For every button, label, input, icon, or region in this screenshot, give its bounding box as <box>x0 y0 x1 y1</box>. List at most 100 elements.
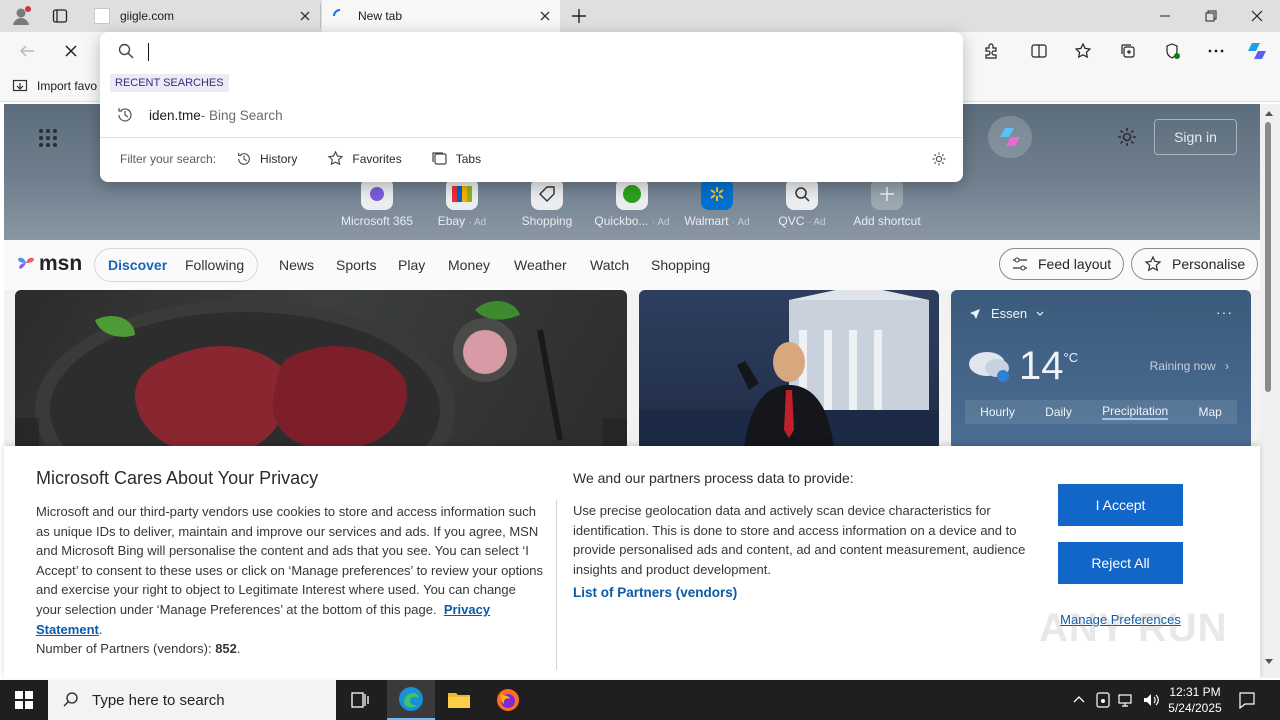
chevron-right-icon: › <box>1225 359 1229 373</box>
personalise-label: Personalise <box>1172 256 1246 272</box>
ad-badge: · Ad <box>651 217 670 228</box>
news-photo <box>639 290 939 450</box>
tab-giigle[interactable]: giigle.com <box>84 0 320 32</box>
ad-badge: · Ad <box>807 217 826 228</box>
address-bar-input[interactable] <box>146 41 926 63</box>
filter-tabs-button[interactable]: Tabs <box>432 151 481 167</box>
nav-sports[interactable]: Sports <box>336 257 376 273</box>
shortcut-walmart[interactable]: Walmart · Ad <box>677 178 757 228</box>
extensions-icon[interactable] <box>980 40 1002 62</box>
browser-essentials-icon[interactable] <box>1161 40 1183 62</box>
weather-more-icon[interactable]: ··· <box>1216 304 1233 320</box>
weather-location-name: Essen <box>991 306 1028 321</box>
filter-history-button[interactable]: History <box>236 151 297 167</box>
nav-play[interactable]: Play <box>398 257 425 273</box>
add-shortcut-button[interactable]: Add shortcut <box>847 178 927 228</box>
weather-tab-map[interactable]: Map <box>1199 405 1222 419</box>
shortcut-qvc[interactable]: QVC · Ad <box>762 178 842 228</box>
restore-button[interactable] <box>1188 0 1234 32</box>
microsoft-365-icon <box>361 178 393 210</box>
start-button[interactable] <box>0 680 48 720</box>
privacy-divider <box>556 500 557 670</box>
taskbar-firefox-button[interactable] <box>484 680 532 720</box>
watermark-logo: ANY RUN <box>1039 606 1228 650</box>
msn-logo-text: msn <box>39 252 83 275</box>
scroll-down-icon[interactable] <box>1264 658 1274 666</box>
close-tab-icon[interactable] <box>298 9 312 23</box>
taskbar-search-box[interactable]: Type here to search <box>48 680 336 720</box>
privacy-body-text: Microsoft and our third-party vendors us… <box>36 504 544 617</box>
page-settings-icon[interactable] <box>1116 126 1138 151</box>
msn-logo[interactable]: msn <box>16 252 82 276</box>
temperature-value: 14 <box>1019 344 1064 388</box>
copilot-search-button[interactable] <box>988 116 1032 158</box>
clock-time: 12:31 PM <box>1169 685 1221 699</box>
more-options-icon[interactable] <box>1205 40 1227 62</box>
shortcut-shopping[interactable]: Shopping <box>507 178 587 228</box>
tab-discover[interactable]: Discover <box>108 257 167 273</box>
apps-grid-icon[interactable] <box>38 128 58 148</box>
accept-button[interactable]: I Accept <box>1058 484 1183 526</box>
partners-count: 852 <box>215 641 237 657</box>
nav-watch[interactable]: Watch <box>590 257 629 273</box>
copilot-icon[interactable] <box>1246 40 1268 62</box>
sign-in-button[interactable]: Sign in <box>1154 119 1237 155</box>
split-screen-icon[interactable] <box>1028 40 1050 62</box>
weather-location[interactable]: Essen <box>969 306 1045 321</box>
taskbar-file-explorer-button[interactable] <box>435 680 483 720</box>
scroll-up-icon[interactable] <box>1264 109 1274 117</box>
weather-tab-hourly[interactable]: Hourly <box>980 405 1015 419</box>
weather-card[interactable]: Essen ··· 14°C Raining now › Hourly Dail… <box>951 290 1251 450</box>
tab-strip: giigle.com New tab <box>0 0 1280 32</box>
back-button[interactable] <box>16 40 38 62</box>
shortcut-quickbooks[interactable]: Quickbo... · Ad <box>592 178 672 228</box>
nav-shopping[interactable]: Shopping <box>651 257 710 273</box>
news-story-card[interactable] <box>639 290 939 450</box>
taskbar-edge-button[interactable] <box>387 680 435 720</box>
shortcut-ebay[interactable]: Ebay · Ad <box>422 178 502 228</box>
favorites-star-icon[interactable] <box>1072 40 1094 62</box>
weather-tab-daily[interactable]: Daily <box>1045 405 1072 419</box>
tray-chevron-up-icon[interactable] <box>1072 693 1086 707</box>
suggestion-text: iden.tme <box>149 107 201 123</box>
scroll-thumb[interactable] <box>1265 122 1271 392</box>
tab-following[interactable]: Following <box>185 257 244 273</box>
collections-icon[interactable] <box>1117 40 1139 62</box>
task-view-button[interactable] <box>336 680 384 720</box>
close-window-button[interactable] <box>1234 0 1280 32</box>
quickbooks-icon <box>616 178 648 210</box>
shortcut-label: Shopping <box>521 214 573 228</box>
filter-favorites-button[interactable]: Favorites <box>327 150 402 167</box>
suggestion-item[interactable]: iden.tme - Bing Search <box>100 100 963 130</box>
nav-money[interactable]: Money <box>448 257 490 273</box>
system-clock[interactable]: 12:31 PM 5/24/2025 <box>1162 684 1228 716</box>
tab-new-tab[interactable]: New tab <box>322 0 560 32</box>
list-of-partners-link[interactable]: List of Partners (vendors) <box>573 585 737 600</box>
text-cursor <box>148 43 149 61</box>
chevron-down-icon <box>1036 311 1044 316</box>
new-tab-button[interactable] <box>570 7 588 28</box>
weather-tabs: Hourly Daily Precipitation Map <box>965 400 1237 424</box>
notifications-icon[interactable] <box>1238 691 1256 709</box>
import-favorites-button[interactable]: Import favo <box>12 78 97 94</box>
personalise-button[interactable]: Personalise <box>1131 248 1259 280</box>
page-scrollbar[interactable] <box>1260 104 1280 678</box>
search-settings-icon[interactable] <box>931 151 947 167</box>
dropdown-divider <box>100 137 963 138</box>
network-icon[interactable] <box>1118 692 1136 708</box>
nav-news[interactable]: News <box>279 257 314 273</box>
food-story-card[interactable] <box>15 290 627 450</box>
reject-all-button[interactable]: Reject All <box>1058 542 1183 584</box>
weather-tab-precipitation[interactable]: Precipitation <box>1102 404 1169 420</box>
nav-weather[interactable]: Weather <box>514 257 567 273</box>
profile-avatar[interactable] <box>10 5 32 27</box>
tab-actions-icon[interactable] <box>52 8 68 27</box>
minimize-button[interactable] <box>1142 0 1188 32</box>
volume-icon[interactable] <box>1142 692 1160 708</box>
ebay-icon <box>446 178 478 210</box>
close-tab-icon[interactable] <box>538 9 552 23</box>
network-drive-icon[interactable] <box>1095 691 1111 709</box>
stop-loading-button[interactable] <box>60 40 82 62</box>
shortcut-microsoft-365[interactable]: Microsoft 365 <box>337 178 417 228</box>
feed-layout-button[interactable]: Feed layout <box>999 248 1125 280</box>
